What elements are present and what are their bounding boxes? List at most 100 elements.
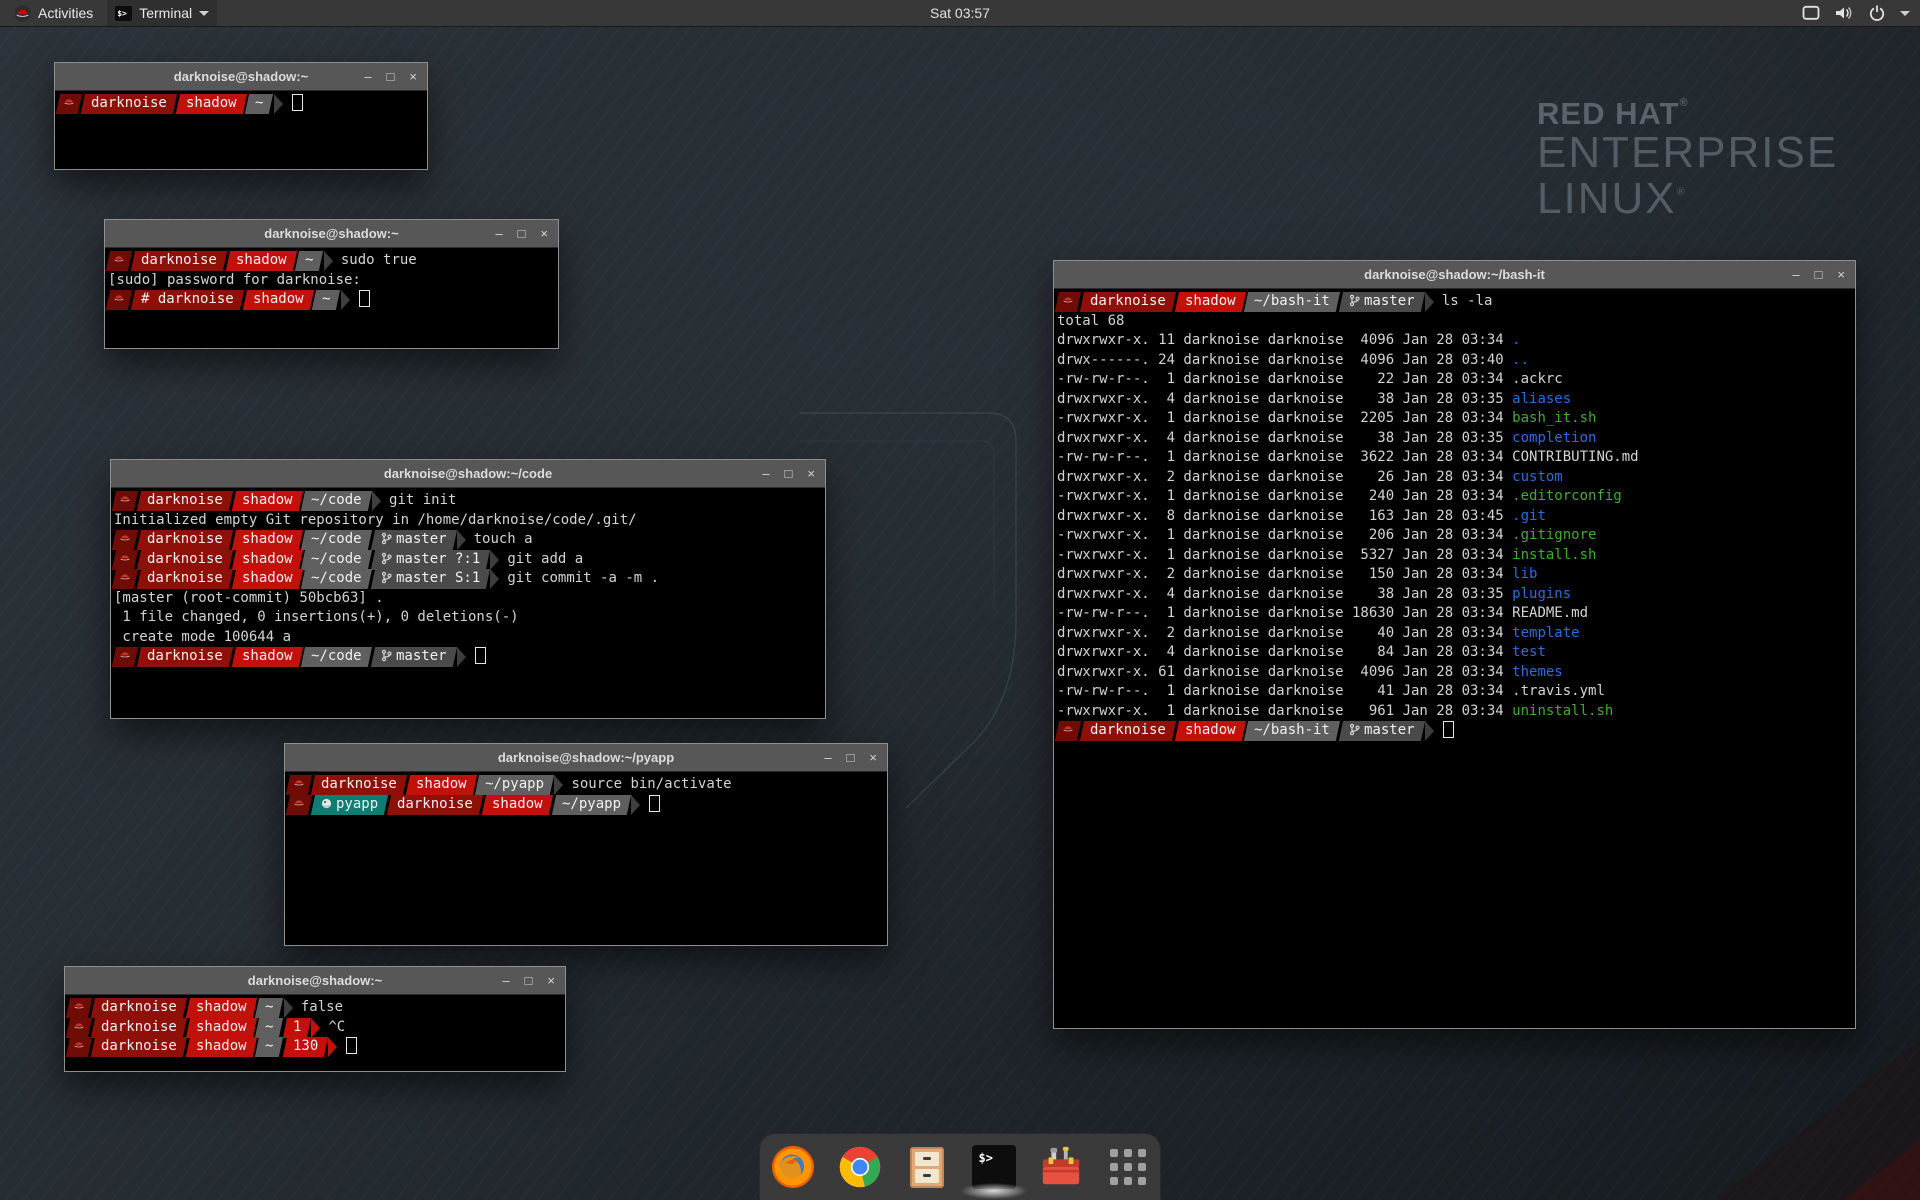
command-text: git add a (507, 551, 583, 567)
window-titlebar[interactable]: darknoise@shadow:~/code –□× (111, 460, 825, 488)
power-icon[interactable] (1868, 4, 1886, 22)
output-text: custom (1512, 469, 1563, 485)
output-text: .git (1512, 508, 1546, 524)
prompt-segment-host: shadow (232, 530, 303, 550)
redhat-icon (119, 571, 131, 583)
redhat-icon (119, 552, 131, 564)
prompt-segment-user: darknoise (311, 775, 407, 795)
volume-icon[interactable] (1834, 4, 1854, 22)
terminal-line: darknoiseshadow~/bash-itmaster (1057, 721, 1852, 741)
output-text: -rwxrwxr-x. 1 darknoise darknoise 240 Ja… (1057, 488, 1512, 504)
output-text: -rwxrwxr-x. 1 darknoise darknoise 206 Ja… (1057, 527, 1512, 543)
prompt-segment-path: ~/code (301, 569, 372, 589)
minimize-button[interactable]: – (1792, 261, 1799, 288)
close-button[interactable]: × (409, 63, 417, 90)
maximize-button[interactable]: □ (525, 967, 533, 994)
terminal-content[interactable]: darknoiseshadow~/bash-itmasterls -latota… (1054, 289, 1855, 744)
dock-item-toolbox[interactable] (1038, 1144, 1084, 1190)
git-branch-icon (381, 532, 392, 545)
output-text: uninstall.sh (1512, 703, 1613, 719)
window-titlebar[interactable]: darknoise@shadow:~ –□× (55, 63, 427, 91)
maximize-button[interactable]: □ (518, 220, 526, 247)
prompt-segment-host: shadow (1175, 292, 1246, 312)
redhat-icon (73, 1000, 85, 1012)
terminal-content[interactable]: darknoiseshadow~sudo true[sudo] password… (105, 248, 558, 313)
terminal-content[interactable]: darknoiseshadow~falsedarknoiseshadow~1^C… (65, 995, 565, 1060)
dock-item-chrome[interactable] (837, 1144, 883, 1190)
minimize-button[interactable]: – (762, 460, 769, 487)
terminal-line: drwxrwxr-x. 8 darknoise darknoise 163 Ja… (1057, 507, 1852, 527)
prompt-segment-hat (112, 530, 138, 550)
dock: $> (759, 1133, 1161, 1200)
app-menu-terminal[interactable]: $> Terminal (107, 0, 217, 26)
close-button[interactable]: × (807, 460, 815, 487)
close-button[interactable]: × (547, 967, 555, 994)
prompt-segment-git: master S:1 (371, 569, 490, 589)
window-titlebar[interactable]: darknoise@shadow:~/bash-it –□× (1054, 261, 1855, 289)
prompt-segment-host: shadow (186, 1018, 257, 1038)
terminal-line: darknoiseshadow~/codegit init (114, 491, 822, 511)
prompt-segment-user: darknoise (137, 550, 233, 570)
window-title: darknoise@shadow:~ (248, 973, 382, 988)
maximize-button[interactable]: □ (387, 63, 395, 90)
git-branch-icon (1349, 294, 1360, 307)
dock-item-app-grid[interactable] (1105, 1144, 1151, 1190)
terminal-window-bash-it[interactable]: darknoise@shadow:~/bash-it –□× darknoise… (1053, 260, 1856, 1029)
window-titlebar[interactable]: darknoise@shadow:~/pyapp –□× (285, 744, 887, 772)
activities-button[interactable]: Activities (8, 0, 99, 26)
terminal-line: -rwxrwxr-x. 1 darknoise darknoise 5327 J… (1057, 546, 1852, 566)
minimize-button[interactable]: – (502, 967, 509, 994)
terminal-content[interactable]: darknoiseshadow~/pyappsource bin/activat… (285, 772, 887, 817)
maximize-button[interactable]: □ (785, 460, 793, 487)
output-text: -rw-rw-r--. 1 darknoise darknoise 18630 … (1057, 605, 1512, 621)
prompt-segment-path: ~/bash-it (1244, 292, 1340, 312)
prompt-segment-path: ~ (255, 1037, 284, 1057)
git-branch-icon (381, 552, 392, 565)
terminal-content[interactable]: darknoiseshadow~/codegit initInitialized… (111, 488, 825, 670)
terminal-line: drwxrwxr-x. 4 darknoise darknoise 84 Jan… (1057, 643, 1852, 663)
prompt-segment-host: shadow (226, 251, 297, 271)
window-title: darknoise@shadow:~ (264, 226, 398, 241)
terminal-window-sudo[interactable]: darknoise@shadow:~ –□ × darknoiseshadow~s… (104, 219, 559, 349)
prompt-segment-user: darknoise (91, 998, 187, 1018)
prompt-segment-hat (66, 1018, 92, 1038)
window-titlebar[interactable]: darknoise@shadow:~ –□ × (65, 967, 565, 995)
terminal-line: drwxrwxr-x. 4 darknoise darknoise 38 Jan… (1057, 390, 1852, 410)
output-text: drwx------. 24 darknoise darknoise 4096 … (1057, 352, 1512, 368)
system-status-area[interactable] (1802, 0, 1914, 26)
terminal-line: darknoiseshadow~130 (68, 1037, 562, 1057)
window-titlebar[interactable]: darknoise@shadow:~ –□ × (105, 220, 558, 248)
logo-registered-mark: ® (1679, 97, 1688, 109)
menu-caret-icon[interactable] (1900, 11, 1910, 16)
window-selector-icon[interactable] (1802, 5, 1820, 21)
terminal-window-home-small[interactable]: darknoise@shadow:~ –□× darknoiseshadow~ (54, 62, 428, 170)
terminal-content[interactable]: darknoiseshadow~ (55, 91, 427, 117)
dock-item-files[interactable] (904, 1144, 950, 1190)
redhat-icon (119, 649, 131, 661)
close-button[interactable]: × (869, 744, 877, 771)
terminal-app-icon: $> (115, 6, 132, 21)
minimize-button[interactable]: – (824, 744, 831, 771)
close-button[interactable]: × (1837, 261, 1845, 288)
maximize-button[interactable]: □ (1815, 261, 1823, 288)
minimize-button[interactable]: – (495, 220, 502, 247)
terminal-line: -rwxrwxr-x. 1 darknoise darknoise 2205 J… (1057, 409, 1852, 429)
terminal-window-code[interactable]: darknoise@shadow:~/code –□× darknoisesha… (110, 459, 826, 719)
clock[interactable]: Sat 03:57 (930, 0, 990, 26)
maximize-button[interactable]: □ (847, 744, 855, 771)
terminal-window-exit-codes[interactable]: darknoise@shadow:~ –□ × darknoiseshadow~f… (64, 966, 566, 1072)
redhat-icon (1062, 294, 1074, 306)
terminal-line: -rw-rw-r--. 1 darknoise darknoise 3622 J… (1057, 448, 1852, 468)
output-text: .gitignore (1512, 527, 1596, 543)
close-button[interactable]: × (540, 220, 548, 247)
terminal-window-pyapp[interactable]: darknoise@shadow:~/pyapp –□× darknoisesh… (284, 743, 888, 946)
dock-item-terminal[interactable]: $> (971, 1144, 1017, 1190)
output-text: .. (1512, 352, 1529, 368)
prompt-segment-hat (286, 795, 312, 815)
output-text: .editorconfig (1512, 488, 1622, 504)
prompt-segment-path: ~/code (301, 647, 372, 667)
dock-item-firefox[interactable] (770, 1144, 816, 1190)
prompt-segment-git: master (371, 647, 457, 667)
app-grid-icon (1110, 1149, 1146, 1185)
minimize-button[interactable]: – (364, 63, 371, 90)
